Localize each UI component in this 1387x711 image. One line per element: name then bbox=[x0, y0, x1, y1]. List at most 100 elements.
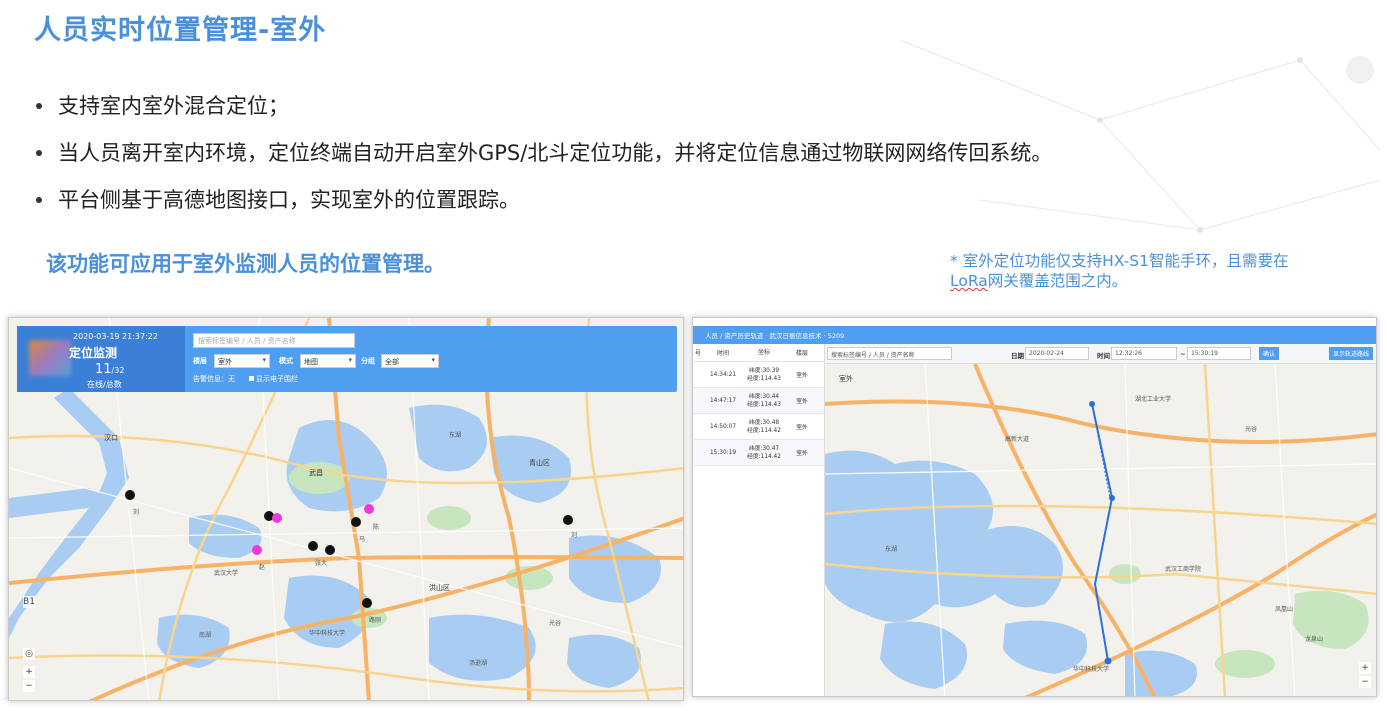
bullet-item: 平台侧基于高德地图接口，实现室外的位置跟踪。 bbox=[36, 176, 1052, 223]
marker-label: 刘 bbox=[133, 509, 140, 516]
person-marker bbox=[351, 517, 361, 527]
map-label-wuchang: 武昌 bbox=[309, 469, 323, 477]
table-row[interactable]: 14:34:21 纬度:30.39 经度:114.43 室外 bbox=[693, 362, 824, 388]
person-marker bbox=[563, 515, 573, 525]
highlight-text: 该功能可应用于室外监测人员的位置管理。 bbox=[46, 252, 445, 276]
map-label-fenghuang: 凤凰山 bbox=[1275, 606, 1294, 613]
map-label-donghu: 东湖 bbox=[885, 546, 898, 553]
slide-title: 人员实时位置管理-室外 bbox=[34, 15, 327, 46]
person-marker bbox=[325, 545, 335, 555]
bullet-text: 平台侧基于高德地图接口，实现室外的位置跟踪。 bbox=[58, 187, 520, 212]
footnote-line-2: LoRa网关覆盖范围之内。 bbox=[950, 271, 1350, 291]
map-label-guanggu: 光谷 bbox=[1245, 426, 1258, 433]
date-label: 日期 bbox=[1011, 352, 1024, 360]
zoom-out-button[interactable]: − bbox=[23, 680, 35, 692]
col-no: 号 bbox=[695, 350, 702, 357]
time-to-input[interactable]: 15:30:19 bbox=[1187, 347, 1251, 360]
footnote: * 室外定位功能仅支持HX-S1智能手环，且需要在 LoRa网关覆盖范围之内。 bbox=[950, 251, 1350, 291]
person-marker bbox=[364, 504, 374, 514]
time-label: 时间 bbox=[1097, 352, 1110, 360]
map-label-zhifu: 湖北工业大学 bbox=[1135, 396, 1172, 403]
marker-label: 赵 bbox=[259, 564, 266, 571]
online-count-total: /32 bbox=[111, 366, 125, 375]
online-label: 在线/总数 bbox=[87, 380, 122, 389]
history-breadcrumb: 人员 / 资产历史轨迹 · 武汉日振信息技术 · 5209 bbox=[693, 326, 1376, 344]
track-table: 号 时间 坐标 楼层 14:34:21 纬度:30.39 经度:114.43 室外… bbox=[693, 344, 825, 696]
date-input[interactable]: 2020-02-24 bbox=[1025, 347, 1089, 360]
bullet-text: 当人员离开室内环境，定位终端自动开启室外GPS/北斗定位功能，并将定位信息通过物… bbox=[58, 140, 1053, 165]
monitor-stat-card: 2020-03-19 21:37:22 定位监测 11/32 在线/总数 bbox=[17, 326, 185, 392]
mode-select[interactable]: 地图 bbox=[300, 354, 356, 368]
fence-checkbox[interactable]: 显示电子围栏 bbox=[249, 374, 298, 384]
show-track-button[interactable]: 显示轨迹路线 bbox=[1329, 347, 1374, 360]
row-floor: 室外 bbox=[796, 425, 808, 431]
row-time: 14:47:17 bbox=[709, 397, 737, 404]
row-floor: 室外 bbox=[796, 451, 808, 457]
map-label-tangxun: 汤逊湖 bbox=[469, 660, 488, 667]
table-row[interactable]: 14:47:17 纬度:30.44 经度:114.43 室外 bbox=[693, 388, 824, 414]
track-point bbox=[1109, 495, 1115, 501]
map-label-guanggu: 光谷 bbox=[549, 620, 562, 627]
footnote-rest: 网关覆盖范围之内。 bbox=[987, 272, 1128, 290]
row-coord: 纬度:30.47 经度:114.42 bbox=[747, 445, 781, 460]
row-coord: 纬度:30.44 经度:114.43 bbox=[747, 393, 781, 408]
mode-label: 模式 bbox=[279, 357, 293, 365]
track-point bbox=[1089, 401, 1095, 407]
col-coord: 坐标 bbox=[757, 348, 770, 356]
online-count-main: 11 bbox=[95, 362, 112, 377]
history-track-screenshot: 人员 / 资产历史轨迹 · 武汉日振信息技术 · 5209 华中科技大学 光谷 … bbox=[692, 317, 1377, 697]
zoom-out-button[interactable]: − bbox=[1359, 676, 1371, 688]
time-from-input[interactable]: 12:32:26 bbox=[1111, 347, 1177, 360]
monitor-title: 定位监测 bbox=[69, 346, 118, 360]
track-table-header: 号 时间 坐标 楼层 bbox=[693, 344, 824, 362]
marker-label: 刘 bbox=[571, 532, 578, 539]
monitor-header: 2020-03-19 21:37:22 定位监测 11/32 在线/总数 搜索标… bbox=[17, 326, 677, 392]
footnote-line-1: * 室外定位功能仅支持HX-S1智能手环，且需要在 bbox=[950, 252, 1289, 270]
map-label-outside: 室外 bbox=[839, 375, 853, 383]
group-select[interactable]: 全部 bbox=[381, 354, 439, 368]
map-label-qingshan: 青山区 bbox=[529, 459, 550, 467]
online-count: 11/32 bbox=[95, 362, 124, 377]
search-input[interactable]: 搜索标签编号 / 人员 / 资产名称 bbox=[193, 333, 355, 348]
monitor-timestamp: 2020-03-19 21:37:22 bbox=[73, 332, 158, 341]
bullet-text: 支持室内室外混合定位； bbox=[58, 93, 289, 118]
person-marker bbox=[308, 541, 318, 551]
map-label-gaoxin: 高新大道 bbox=[1005, 436, 1030, 443]
zoom-in-button[interactable]: + bbox=[1359, 662, 1371, 674]
footnote-lora: LoRa bbox=[950, 272, 988, 290]
person-marker bbox=[272, 513, 282, 523]
floor-select[interactable]: 室外 bbox=[214, 354, 270, 368]
row-time: 14:34:21 bbox=[709, 371, 737, 378]
table-row[interactable]: 15:30:19 纬度:30.47 经度:114.42 室外 bbox=[693, 440, 824, 466]
person-marker bbox=[125, 490, 135, 500]
history-map[interactable]: 华中科技大学 光谷 东湖 湖北工业大学 凤凰山 龙泉山 武汉工商学院 高新大道 … bbox=[825, 364, 1376, 696]
history-map-canvas bbox=[825, 364, 1376, 696]
zoom-in-button[interactable]: + bbox=[23, 666, 35, 678]
map-label-daxue: 武汉工商学院 bbox=[1165, 566, 1202, 573]
map-label-huake: 华中科技大学 bbox=[309, 630, 346, 637]
row-time: 15:30:19 bbox=[709, 449, 737, 456]
map-label-nanhu: 南湖 bbox=[199, 632, 212, 639]
row-floor: 室外 bbox=[796, 373, 808, 379]
blurred-logo bbox=[29, 340, 71, 376]
marker-label: 陈 bbox=[373, 524, 380, 531]
person-marker bbox=[252, 545, 262, 555]
floor-indicator[interactable]: B1 bbox=[23, 596, 35, 608]
table-row[interactable]: 14:50:07 纬度:30.48 经度:114.42 室外 bbox=[693, 414, 824, 440]
floor-label: 楼层 bbox=[193, 357, 207, 365]
map-label-hankou: 汉口 bbox=[104, 434, 118, 442]
alarm-status: 告警信息：无 bbox=[193, 375, 235, 383]
bullet-list: 支持室内室外混合定位； 当人员离开室内环境，定位终端自动开启室外GPS/北斗定位… bbox=[36, 82, 1052, 223]
confirm-button[interactable]: 确认 bbox=[1259, 347, 1280, 360]
marker-label: 路刚 bbox=[369, 617, 382, 624]
map-label-huake: 华中科技大学 bbox=[1073, 666, 1110, 673]
map-label-hongshan: 洪山区 bbox=[429, 584, 450, 592]
group-label: 分组 bbox=[361, 357, 375, 365]
locate-icon[interactable]: ◎ bbox=[23, 648, 35, 660]
map-label-donghu: 东湖 bbox=[449, 432, 462, 439]
search-input[interactable]: 搜索标签编号 / 人员 / 资产名称 bbox=[827, 347, 952, 360]
map-label-wuda: 武汉大学 bbox=[214, 570, 239, 577]
bullet-item: 当人员离开室内环境，定位终端自动开启室外GPS/北斗定位功能，并将定位信息通过物… bbox=[36, 129, 1052, 176]
row-coord: 纬度:30.39 经度:114.43 bbox=[747, 367, 781, 382]
person-marker bbox=[362, 598, 372, 608]
